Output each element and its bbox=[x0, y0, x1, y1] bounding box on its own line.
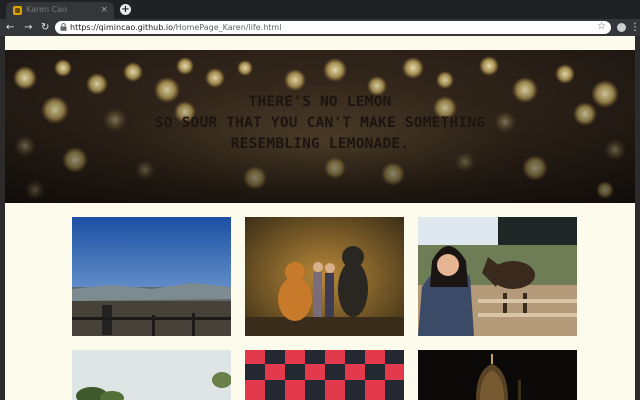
hero-quote: THERE'S NO LEMON SO SOUR THAT YOU CAN'T … bbox=[5, 92, 635, 155]
site-favicon-icon bbox=[13, 6, 22, 15]
url-text: https://qimincao.github.io/HomePage_Kare… bbox=[70, 22, 281, 33]
profile-avatar[interactable] bbox=[617, 23, 626, 32]
browser-tab[interactable]: Karen Cao × bbox=[6, 2, 114, 19]
forward-button[interactable]: → bbox=[24, 21, 32, 34]
url-path: /HomePage_Karen/life.html bbox=[172, 23, 282, 32]
address-bar[interactable]: https://qimincao.github.io/HomePage_Kare… bbox=[55, 21, 611, 34]
browser-tab-strip: Karen Cao × + bbox=[0, 0, 640, 19]
url-host: https://qimincao.github.io bbox=[70, 23, 173, 32]
hero-banner: THERE'S NO LEMON SO SOUR THAT YOU CAN'T … bbox=[5, 50, 635, 203]
tab-title: Karen Cao bbox=[26, 5, 68, 14]
photo-horse-selfie-image bbox=[418, 217, 577, 336]
photo-mascots[interactable] bbox=[245, 217, 404, 336]
photo-night-dome[interactable] bbox=[418, 350, 577, 400]
new-tab-button[interactable]: + bbox=[120, 4, 131, 15]
browser-menu-icon[interactable]: ⋮ bbox=[630, 21, 640, 34]
photo-mountain-view-image bbox=[72, 217, 231, 336]
photo-foliage-image bbox=[72, 350, 231, 400]
page-content: THERE'S NO LEMON SO SOUR THAT YOU CAN'T … bbox=[5, 36, 635, 400]
hero-quote-line-3: RESEMBLING LEMONADE. bbox=[230, 136, 410, 152]
hero-quote-line-1: THERE'S NO LEMON bbox=[248, 94, 392, 110]
lock-icon bbox=[60, 23, 67, 31]
browser-toolbar: ← → ↻ https://qimincao.github.io/HomePag… bbox=[0, 19, 640, 36]
photo-horse-selfie[interactable] bbox=[418, 217, 577, 336]
reload-button[interactable]: ↻ bbox=[41, 21, 49, 34]
photo-checkered-image bbox=[245, 350, 404, 400]
close-tab-icon[interactable]: × bbox=[100, 4, 108, 16]
photo-night-dome-image bbox=[418, 350, 577, 400]
photo-mountain-view[interactable] bbox=[72, 217, 231, 336]
photo-foliage[interactable] bbox=[72, 350, 231, 400]
photo-checkered[interactable] bbox=[245, 350, 404, 400]
bookmark-star-icon[interactable]: ☆ bbox=[597, 21, 606, 33]
back-button[interactable]: ← bbox=[6, 21, 14, 34]
photo-mascots-image bbox=[245, 217, 404, 336]
hero-quote-line-2: SO SOUR THAT YOU CAN'T MAKE SOMETHING bbox=[154, 115, 486, 131]
